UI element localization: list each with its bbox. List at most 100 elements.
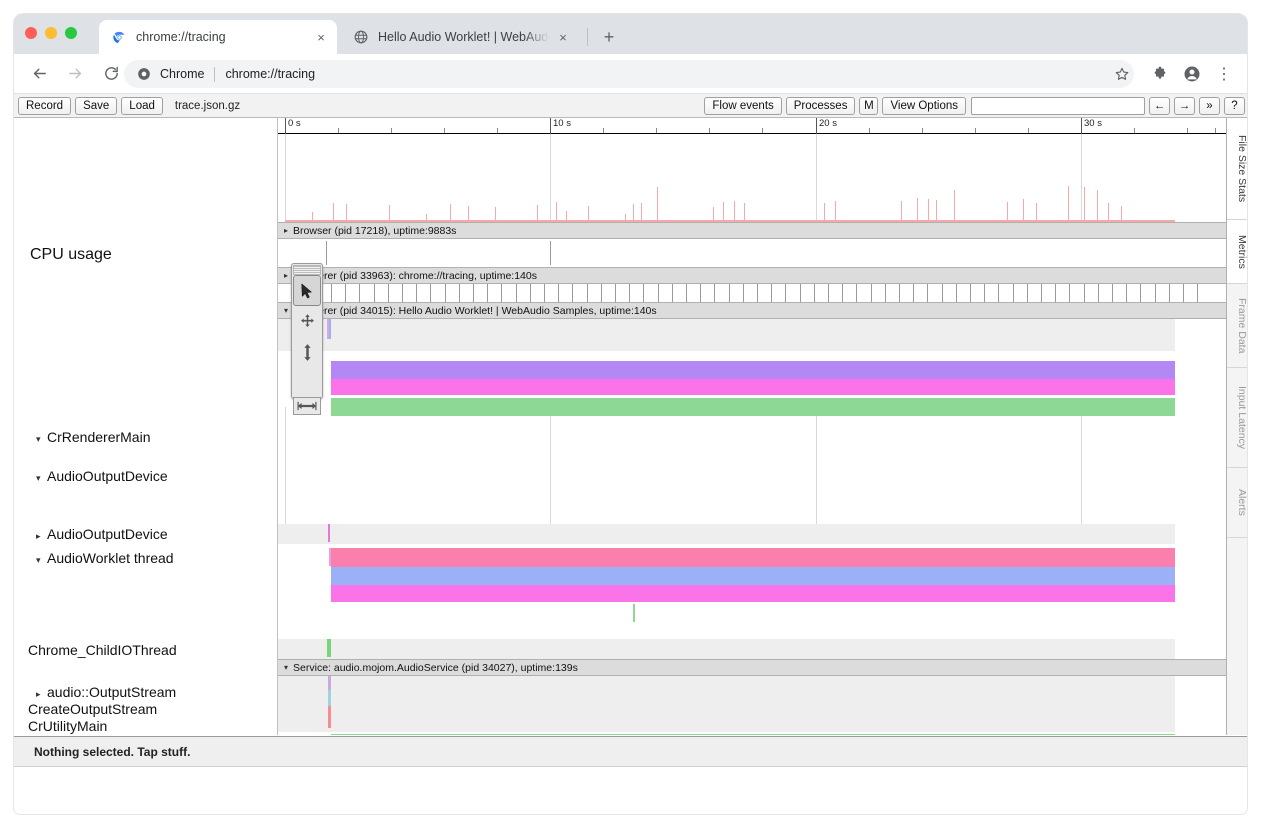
track-label-audiooutputdevice-2[interactable]: ▸AudioOutputDevice [36,526,168,542]
metrics-toggle-button[interactable]: M [859,97,878,115]
forward-button[interactable] [61,60,89,88]
thread-28427-track-row[interactable] [278,732,1247,735]
search-input[interactable] [971,97,1145,115]
cpu-spike [633,204,634,220]
process-header-renderer-audio[interactable]: ▾ Renderer (pid 34015): Hello Audio Work… [278,302,1247,319]
chevron-down-icon[interactable]: ▾ [284,664,288,672]
chevron-right-icon[interactable]: ▸ [36,689,47,700]
trace-tick [615,284,616,302]
trace-slice[interactable] [328,690,331,706]
trace-slice-magenta[interactable] [331,585,1175,602]
close-window-button[interactable] [25,27,37,39]
new-tab-button[interactable]: + [598,26,620,48]
chrome-menu-icon[interactable]: ⋮ [1210,60,1238,88]
trace-slice[interactable] [328,676,331,690]
chevron-down-icon[interactable]: ▾ [36,555,47,566]
chevron-right-icon[interactable]: ▸ [36,531,47,542]
audiooutputdevice-collapsed-row[interactable] [278,524,1175,544]
timeline-ruler[interactable]: 0 s 10 s 20 s 30 s [278,118,1247,134]
tab-hello-audio-worklet[interactable]: Hello Audio Worklet! | WebAud × [341,20,579,54]
save-button[interactable]: Save [75,97,117,115]
pan-tool-button[interactable] [293,306,321,337]
extensions-puzzle-icon[interactable] [1146,60,1174,88]
crrenderermain-track-row[interactable] [278,319,1175,351]
view-options-button[interactable]: View Options [882,97,966,115]
audio-outputstream-track-row[interactable] [278,676,1175,732]
trace-slice-lavender[interactable] [331,567,1175,585]
chevron-right-icon[interactable]: ▸ [284,272,288,280]
trace-slice[interactable] [328,524,330,542]
chevron-down-icon[interactable]: ▾ [36,434,47,445]
close-icon[interactable]: × [555,29,571,45]
profile-avatar-icon[interactable] [1178,60,1206,88]
reload-button[interactable] [97,60,125,88]
cpu-spike [346,204,347,220]
trace-slice-green[interactable] [331,734,1175,735]
renderer-tracing-track-row[interactable] [278,284,1247,302]
chevron-down-icon[interactable]: ▾ [36,473,47,484]
trace-slice-pink[interactable] [331,548,1175,567]
trace-slice[interactable] [327,639,331,657]
audioworklet-track-row[interactable] [278,544,1247,604]
audiooutputdevice-track-row[interactable] [278,351,1247,407]
tool-palette[interactable] [291,263,323,399]
rail-tab-alerts[interactable]: Alerts [1227,468,1247,538]
ruler-label-20s: 20 s [816,118,837,130]
browser-track-row[interactable] [278,239,1247,267]
ruler-minor-tick [338,128,339,133]
track-graph-pane[interactable]: 0 s 10 s 20 s 30 s [278,118,1247,735]
audioworklet-sparse-row[interactable] [278,604,1247,639]
trace-slice[interactable] [633,604,635,622]
trace-tick [871,284,872,302]
flow-events-button[interactable]: Flow events [704,97,781,115]
ruler-minor-tick [762,128,763,133]
rail-tab-metrics[interactable]: Metrics [1227,220,1247,284]
process-header-browser[interactable]: ▸ Browser (pid 17218), uptime:9883s X [278,222,1247,239]
close-icon[interactable]: × [313,29,329,45]
track-label-audioworklet-thread[interactable]: ▾AudioWorklet thread [36,550,174,566]
select-tool-button[interactable] [293,275,321,306]
track-label-audiooutputdevice-1[interactable]: ▾AudioOutputDevice [36,468,168,484]
address-bar[interactable]: Chrome chrome://tracing [124,60,1134,88]
ruler-label-0s: 0 s [285,118,301,130]
search-prev-button[interactable]: ← [1149,97,1170,115]
rail-tab-frame-data[interactable]: Frame Data [1227,284,1247,368]
process-header-audio-service[interactable]: ▾ Service: audio.mojom.AudioService (pid… [278,659,1247,676]
zoom-horizontal-tool-button[interactable] [293,397,321,415]
process-header-renderer-tracing[interactable]: ▸ Renderer (pid 33963): chrome://tracing… [278,267,1247,284]
track-label-createoutputstream[interactable]: CreateOutputStream [28,701,157,717]
trace-filename-label: trace.json.gz [175,100,240,112]
trace-slice[interactable] [329,319,331,339]
track-label-chrome-childiothread[interactable]: Chrome_ChildIOThread [28,642,177,658]
trace-slice-purple[interactable] [331,361,1175,379]
trace-slice[interactable] [328,706,331,728]
updown-icon [301,343,314,362]
processes-button[interactable]: Processes [786,97,856,115]
rail-tab-file-size-stats[interactable]: File Size Stats [1227,118,1247,220]
help-button[interactable]: ? [1224,97,1245,115]
track-label-audio-outputstream[interactable]: ▸audio::OutputStream [36,684,176,700]
cursor-icon [300,283,314,299]
chrome-childiothread-track-row[interactable] [278,639,1175,659]
rail-tab-input-latency[interactable]: Input Latency [1227,368,1247,468]
trace-slice-green[interactable] [331,398,1175,416]
cpu-usage-chart[interactable] [278,134,1247,222]
minimize-window-button[interactable] [45,27,57,39]
trace-slice-magenta[interactable] [331,379,1175,395]
chevron-right-icon[interactable]: ▸ [284,227,288,235]
track-label-crutilitymain[interactable]: CrUtilityMain [28,718,107,734]
tab-chrome-tracing[interactable]: chrome://tracing × [99,20,337,54]
ruler-label-10s: 10 s [550,118,571,130]
overflow-more-button[interactable]: » [1199,97,1220,115]
track-label-crrenderermain[interactable]: ▾CrRendererMain [36,429,150,445]
load-button[interactable]: Load [121,97,163,115]
search-next-button[interactable]: → [1174,97,1195,115]
back-button[interactable] [25,60,53,88]
record-button[interactable]: Record [18,97,71,115]
palette-drag-handle[interactable] [293,265,321,275]
trace-slice[interactable] [329,548,331,566]
bookmark-star-icon[interactable] [1108,60,1136,88]
chevron-down-icon[interactable]: ▾ [284,307,288,315]
maximize-window-button[interactable] [65,27,77,39]
zoom-vertical-tool-button[interactable] [293,337,321,368]
